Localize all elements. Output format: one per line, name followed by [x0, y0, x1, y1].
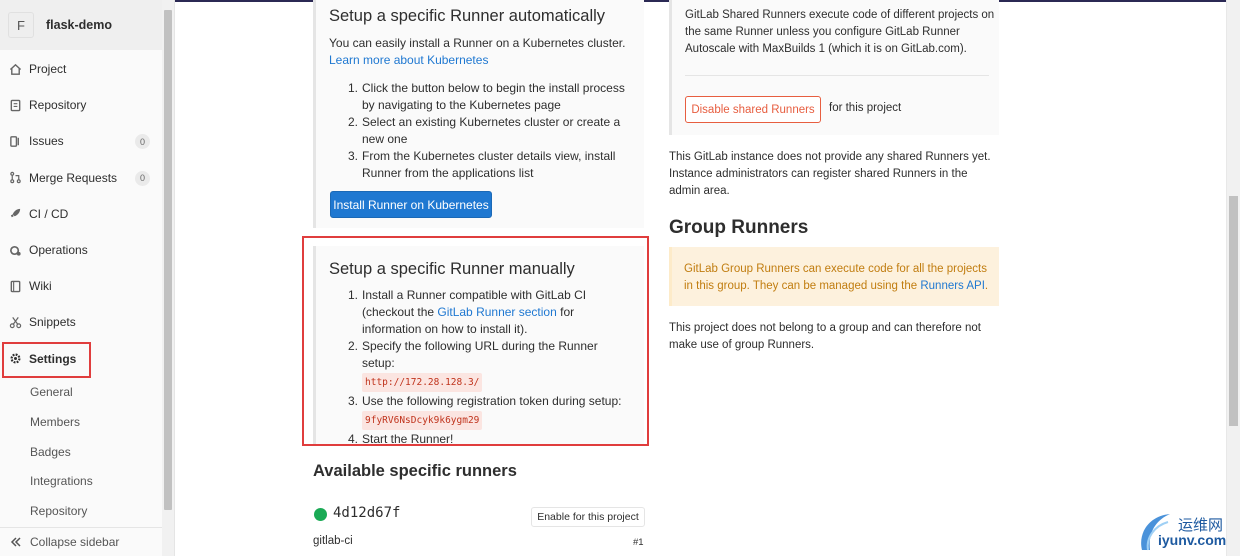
merge-icon — [10, 171, 21, 184]
runner-auto-setup-card: Setup a specific Runner automatically Yo… — [313, 0, 644, 228]
runners-api-link[interactable]: Runners API — [920, 280, 985, 292]
enable-runner-button[interactable]: Enable for this project — [531, 507, 645, 527]
sidebar-item-ci-cd[interactable]: CI / CD — [0, 196, 162, 232]
settings-sub-integrations[interactable]: Integrations — [0, 466, 162, 496]
shared-runners-card: GitLab Shared Runners execute code of di… — [669, 0, 999, 135]
sidebar-item-label: Issues — [29, 134, 64, 149]
auto-setup-title: Setup a specific Runner automatically — [329, 7, 606, 25]
sidebar-item-snippets[interactable]: Snippets — [0, 304, 162, 340]
auto-setup-intro: You can easily install a Runner on a Kub… — [329, 36, 626, 50]
issues-count-badge: 0 — [135, 134, 150, 150]
sidebar-item-label: Operations — [29, 243, 88, 258]
rocket-icon — [10, 209, 21, 218]
sidebar: F flask-demo Project Repository Issues 0… — [0, 0, 175, 556]
doc-icon — [10, 99, 21, 112]
group-runners-info-box: GitLab Group Runners can execute code fo… — [669, 247, 999, 306]
runner-description: gitlab-ci — [313, 535, 353, 547]
window-scrollbar-thumb[interactable] — [1229, 196, 1238, 426]
sidebar-item-merge-requests[interactable]: Merge Requests 0 — [0, 160, 162, 196]
settings-sub-members[interactable]: Members — [0, 407, 162, 437]
divider — [685, 75, 989, 76]
no-shared-runners-text: This GitLab instance does not provide an… — [669, 151, 991, 197]
no-group-runners-text: This project does not belong to a group … — [669, 322, 981, 351]
sidebar-item-label: Wiki — [29, 279, 52, 294]
manual-setup-highlight-box — [302, 236, 649, 446]
settings-sub-general[interactable]: General — [0, 377, 162, 407]
available-runners-title: Available specific runners — [313, 462, 517, 480]
project-avatar: F — [8, 12, 34, 38]
settings-highlight-box — [2, 342, 91, 378]
runner-status-online-icon — [314, 508, 327, 521]
sidebar-nav: Project Repository Issues 0 Merge Reques… — [0, 51, 162, 377]
sidebar-item-operations[interactable]: Operations — [0, 232, 162, 268]
list-item: 2. Select an existing Kubernetes cluster … — [348, 115, 621, 146]
runner-number: #1 — [633, 537, 644, 548]
settings-sub-badges[interactable]: Badges — [0, 437, 162, 467]
list-item: 3. From the Kubernetes cluster details vi… — [348, 149, 616, 180]
book-icon — [10, 280, 21, 293]
site-watermark-logo: 运维网 iyunv.com — [1136, 510, 1236, 554]
disable-shared-runners-button[interactable]: Disable shared Runners — [685, 96, 821, 123]
collapse-sidebar-label: Collapse sidebar — [30, 535, 120, 549]
sidebar-item-wiki[interactable]: Wiki — [0, 268, 162, 304]
watermark-en-text: iyunv.com — [1158, 532, 1227, 548]
group-runners-info-text: GitLab Group Runners can execute code fo… — [684, 263, 989, 292]
project-name: flask-demo — [46, 18, 112, 32]
sidebar-item-label: Snippets — [29, 315, 76, 330]
sidebar-item-issues[interactable]: Issues 0 — [0, 123, 162, 159]
runner-id-link[interactable]: 4d12d67f — [333, 505, 400, 521]
group-runners-title: Group Runners — [669, 217, 809, 238]
issues-icon — [10, 136, 19, 147]
main-content: Setup a specific Runner automatically Yo… — [175, 0, 1226, 556]
cloud-gear-icon — [10, 245, 21, 256]
sidebar-scrollbar-thumb[interactable] — [164, 10, 172, 510]
sidebar-item-label: Repository — [29, 98, 87, 113]
auto-setup-steps: 1. Click the button below to begin the in… — [348, 80, 633, 182]
settings-sub-repository[interactable]: Repository — [0, 496, 162, 526]
double-chevron-left-icon — [10, 537, 21, 547]
window-scrollbar[interactable] — [1226, 0, 1240, 556]
collapse-sidebar-button[interactable]: Collapse sidebar — [0, 527, 162, 556]
sidebar-item-label: Merge Requests — [29, 170, 118, 185]
scissors-icon — [9, 316, 22, 329]
sidebar-item-label: CI / CD — [29, 206, 69, 221]
sidebar-scrollbar[interactable] — [162, 0, 174, 556]
learn-more-kubernetes-link[interactable]: Learn more about Kubernetes — [329, 52, 488, 69]
sidebar-item-repository[interactable]: Repository — [0, 87, 162, 123]
sidebar-project-header[interactable]: F flask-demo — [0, 0, 162, 50]
for-this-project-label: for this project — [829, 102, 902, 114]
shared-runners-description: GitLab Shared Runners execute code of di… — [685, 9, 995, 55]
install-runner-kubernetes-button[interactable]: Install Runner on Kubernetes — [330, 191, 492, 218]
home-icon — [9, 63, 22, 75]
list-item: 1. Click the button below to begin the in… — [348, 81, 625, 112]
sidebar-item-project[interactable]: Project — [0, 51, 162, 87]
merge-requests-count-badge: 0 — [135, 170, 150, 186]
sidebar-item-label: Project — [29, 62, 67, 77]
